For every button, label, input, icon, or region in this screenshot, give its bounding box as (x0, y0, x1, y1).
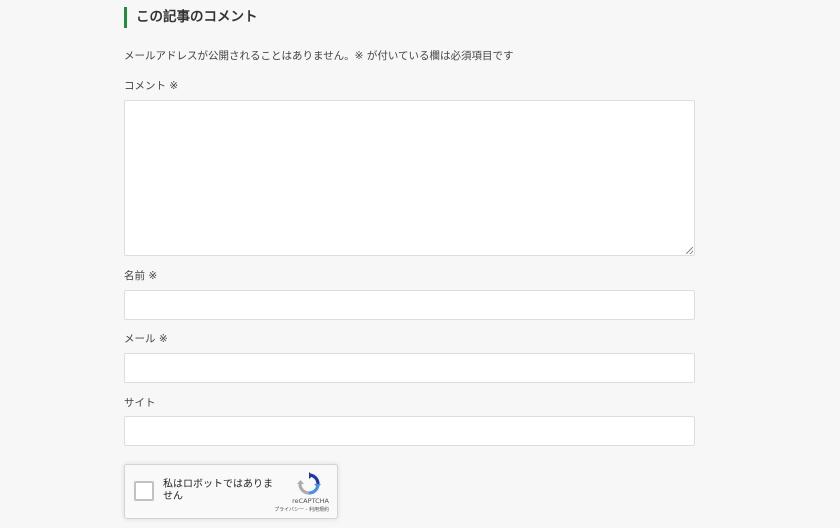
comment-textarea[interactable] (124, 100, 695, 256)
recaptcha-brand: reCAPTCHA (292, 497, 329, 505)
comment-label: コメント ※ (124, 80, 179, 92)
recaptcha-logo-icon (297, 472, 321, 495)
recaptcha-checkbox-label: 私はロボットではありません (163, 479, 273, 502)
email-input[interactable] (124, 353, 695, 383)
recaptcha-checkbox[interactable] (134, 481, 154, 501)
email-label: メール ※ (124, 333, 168, 345)
section-title: この記事のコメント (124, 7, 258, 28)
recaptcha-terms-links[interactable]: プライバシー - 利用規約 (253, 507, 329, 514)
recaptcha-widget: 私はロボットではありません reCAPTCHA プライバシー - 利用規約 (124, 464, 338, 519)
comment-form-page: この記事のコメント メールアドレスが公開されることはありません。※ が付いている… (0, 0, 840, 528)
required-notice: メールアドレスが公開されることはありません。※ が付いている欄は必須項目です (124, 50, 514, 62)
resize-handle-icon[interactable] (686, 247, 693, 254)
site-input[interactable] (124, 416, 695, 446)
name-input[interactable] (124, 290, 695, 320)
site-label: サイト (124, 397, 156, 409)
name-label: 名前 ※ (124, 270, 158, 282)
